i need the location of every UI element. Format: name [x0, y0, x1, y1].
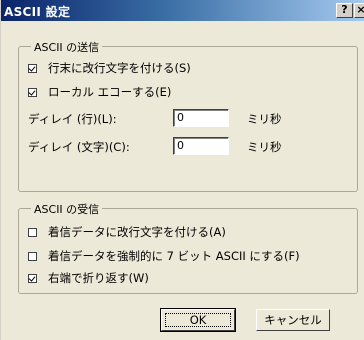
- force-7bit-label: 着信データを強制的に 7 ビット ASCII にする(F): [48, 249, 300, 263]
- receive-group-label: ASCII の受信: [31, 201, 103, 217]
- help-icon: ?: [341, 3, 348, 16]
- wrap-lines-option[interactable]: 右端で折り返す(W): [28, 269, 149, 287]
- delay-line-label: ディレイ (行)(L):: [28, 112, 117, 126]
- line-feed-option[interactable]: 行末に改行文字を付ける(S): [28, 59, 191, 77]
- title-bar[interactable]: ASCII 設定 ? ×: [1, 0, 364, 21]
- delay-char-unit: ミリ秒: [247, 140, 282, 154]
- append-line-feed-checkbox[interactable]: [28, 227, 37, 237]
- close-icon: ×: [356, 3, 364, 16]
- ascii-receive-group: ASCII の受信 着信データに改行文字を付ける(A) 着信データを強制的に 7…: [18, 201, 358, 294]
- window-title: ASCII 設定: [4, 5, 71, 19]
- send-group-label: ASCII の送信: [31, 39, 103, 55]
- line-feed-checkbox[interactable]: [28, 63, 37, 73]
- local-echo-option[interactable]: ローカル エコーする(E): [28, 83, 171, 101]
- append-line-feed-label: 着信データに改行文字を付ける(A): [48, 225, 226, 239]
- local-echo-checkbox[interactable]: [28, 87, 37, 97]
- delay-char-input[interactable]: 0: [173, 137, 229, 155]
- cancel-button[interactable]: キャンセル: [256, 309, 330, 331]
- force-7bit-option[interactable]: 着信データを強制的に 7 ビット ASCII にする(F): [28, 247, 300, 265]
- force-7bit-checkbox[interactable]: [28, 251, 37, 261]
- ok-button[interactable]: OK: [160, 308, 236, 332]
- close-button[interactable]: ×: [354, 3, 364, 18]
- ascii-settings-dialog: ASCII 設定 ? × ASCII の送信 行末に改行文字を付ける(S) ロー…: [0, 0, 364, 340]
- line-feed-label: 行末に改行文字を付ける(S): [48, 61, 191, 75]
- local-echo-label: ローカル エコーする(E): [48, 85, 172, 99]
- delay-char-label: ディレイ (文字)(C):: [28, 140, 130, 154]
- append-line-feed-option[interactable]: 着信データに改行文字を付ける(A): [28, 223, 226, 241]
- focus-ring: [165, 313, 231, 327]
- delay-line-input[interactable]: 0: [173, 109, 229, 127]
- cancel-button-label: キャンセル: [264, 313, 322, 327]
- help-button[interactable]: ?: [336, 3, 353, 18]
- delay-line-unit: ミリ秒: [247, 112, 282, 126]
- wrap-lines-label: 右端で折り返す(W): [48, 271, 149, 285]
- ascii-send-group: ASCII の送信 行末に改行文字を付ける(S) ローカル エコーする(E) デ…: [18, 39, 358, 192]
- wrap-lines-checkbox[interactable]: [28, 273, 37, 283]
